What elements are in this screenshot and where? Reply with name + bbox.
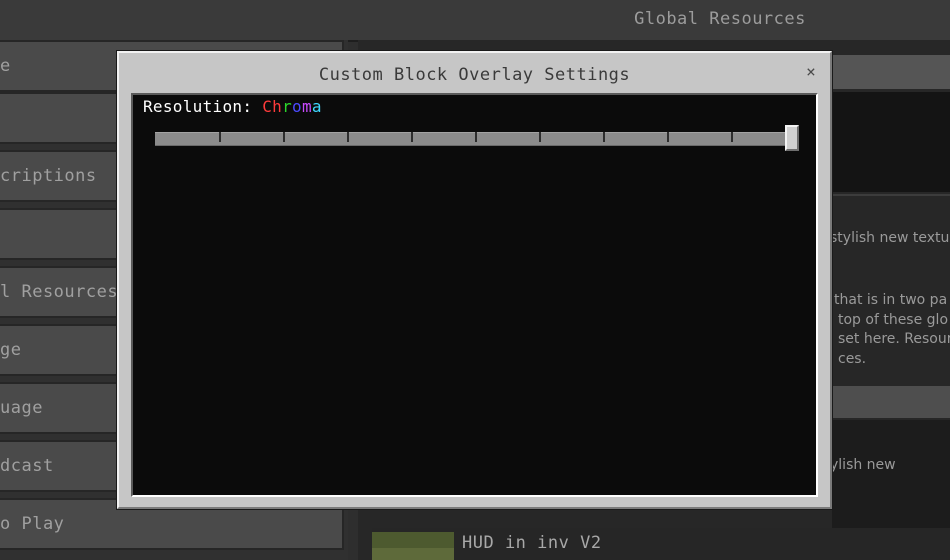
- sidebar-item-label: l Resources: [0, 282, 119, 302]
- slider-tick: [219, 132, 221, 142]
- resolution-value-char: m: [301, 97, 312, 116]
- pack-title: HUD in inv V2: [462, 533, 602, 553]
- top-bar: Global Resources: [0, 0, 950, 42]
- panel-header-bar: [832, 55, 950, 89]
- sidebar-item-label: criptions: [0, 166, 97, 186]
- page-title: Global Resources: [634, 9, 806, 29]
- resolution-value-char: h: [272, 97, 283, 116]
- dialog-title: Custom Block Overlay Settings: [318, 65, 631, 85]
- slider-tick: [667, 132, 669, 142]
- sidebar-item-label: ge: [0, 340, 22, 360]
- resolution-value-char: C: [262, 97, 273, 116]
- sidebar-item-label: e: [0, 56, 11, 76]
- slider-tick: [347, 132, 349, 142]
- description-text: ces.: [838, 351, 867, 367]
- resolution-value-char: r: [282, 97, 293, 116]
- slider-handle[interactable]: [785, 125, 799, 151]
- resolution-value-char: a: [311, 97, 322, 116]
- sidebar-item-label: uage: [0, 398, 43, 418]
- divider: [832, 194, 950, 196]
- slider-tick: [731, 132, 733, 142]
- close-icon[interactable]: ×: [802, 63, 820, 81]
- description-text: top of these glo: [838, 312, 949, 328]
- settings-content: Resolution: Chroma: [131, 93, 818, 497]
- sidebar-item-label: dcast: [0, 456, 54, 476]
- resolution-slider[interactable]: [155, 125, 800, 151]
- pack-preview: [832, 92, 950, 192]
- sidebar-item-label: o Play: [0, 514, 65, 534]
- description-text: ylish new: [830, 457, 896, 473]
- resolution-value: Chroma: [262, 97, 322, 116]
- description-text: that is in two pa: [834, 292, 948, 308]
- pack-list-item[interactable]: [372, 528, 950, 560]
- resolution-label-row: Resolution: Chroma: [143, 97, 322, 116]
- slider-tick: [603, 132, 605, 142]
- slider-tick: [475, 132, 477, 142]
- description-text: set here. Resour: [838, 331, 950, 347]
- resolution-label: Resolution:: [143, 97, 263, 116]
- slider-tick: [411, 132, 413, 142]
- settings-dialog: Custom Block Overlay Settings × Resoluti…: [117, 51, 832, 509]
- slider-tick: [283, 132, 285, 142]
- resolution-value-char: o: [292, 97, 302, 116]
- pack-thumbnail-detail: [372, 548, 454, 560]
- action-button[interactable]: [832, 386, 950, 418]
- description-text: stylish new textu: [830, 230, 950, 246]
- slider-tick: [539, 132, 541, 142]
